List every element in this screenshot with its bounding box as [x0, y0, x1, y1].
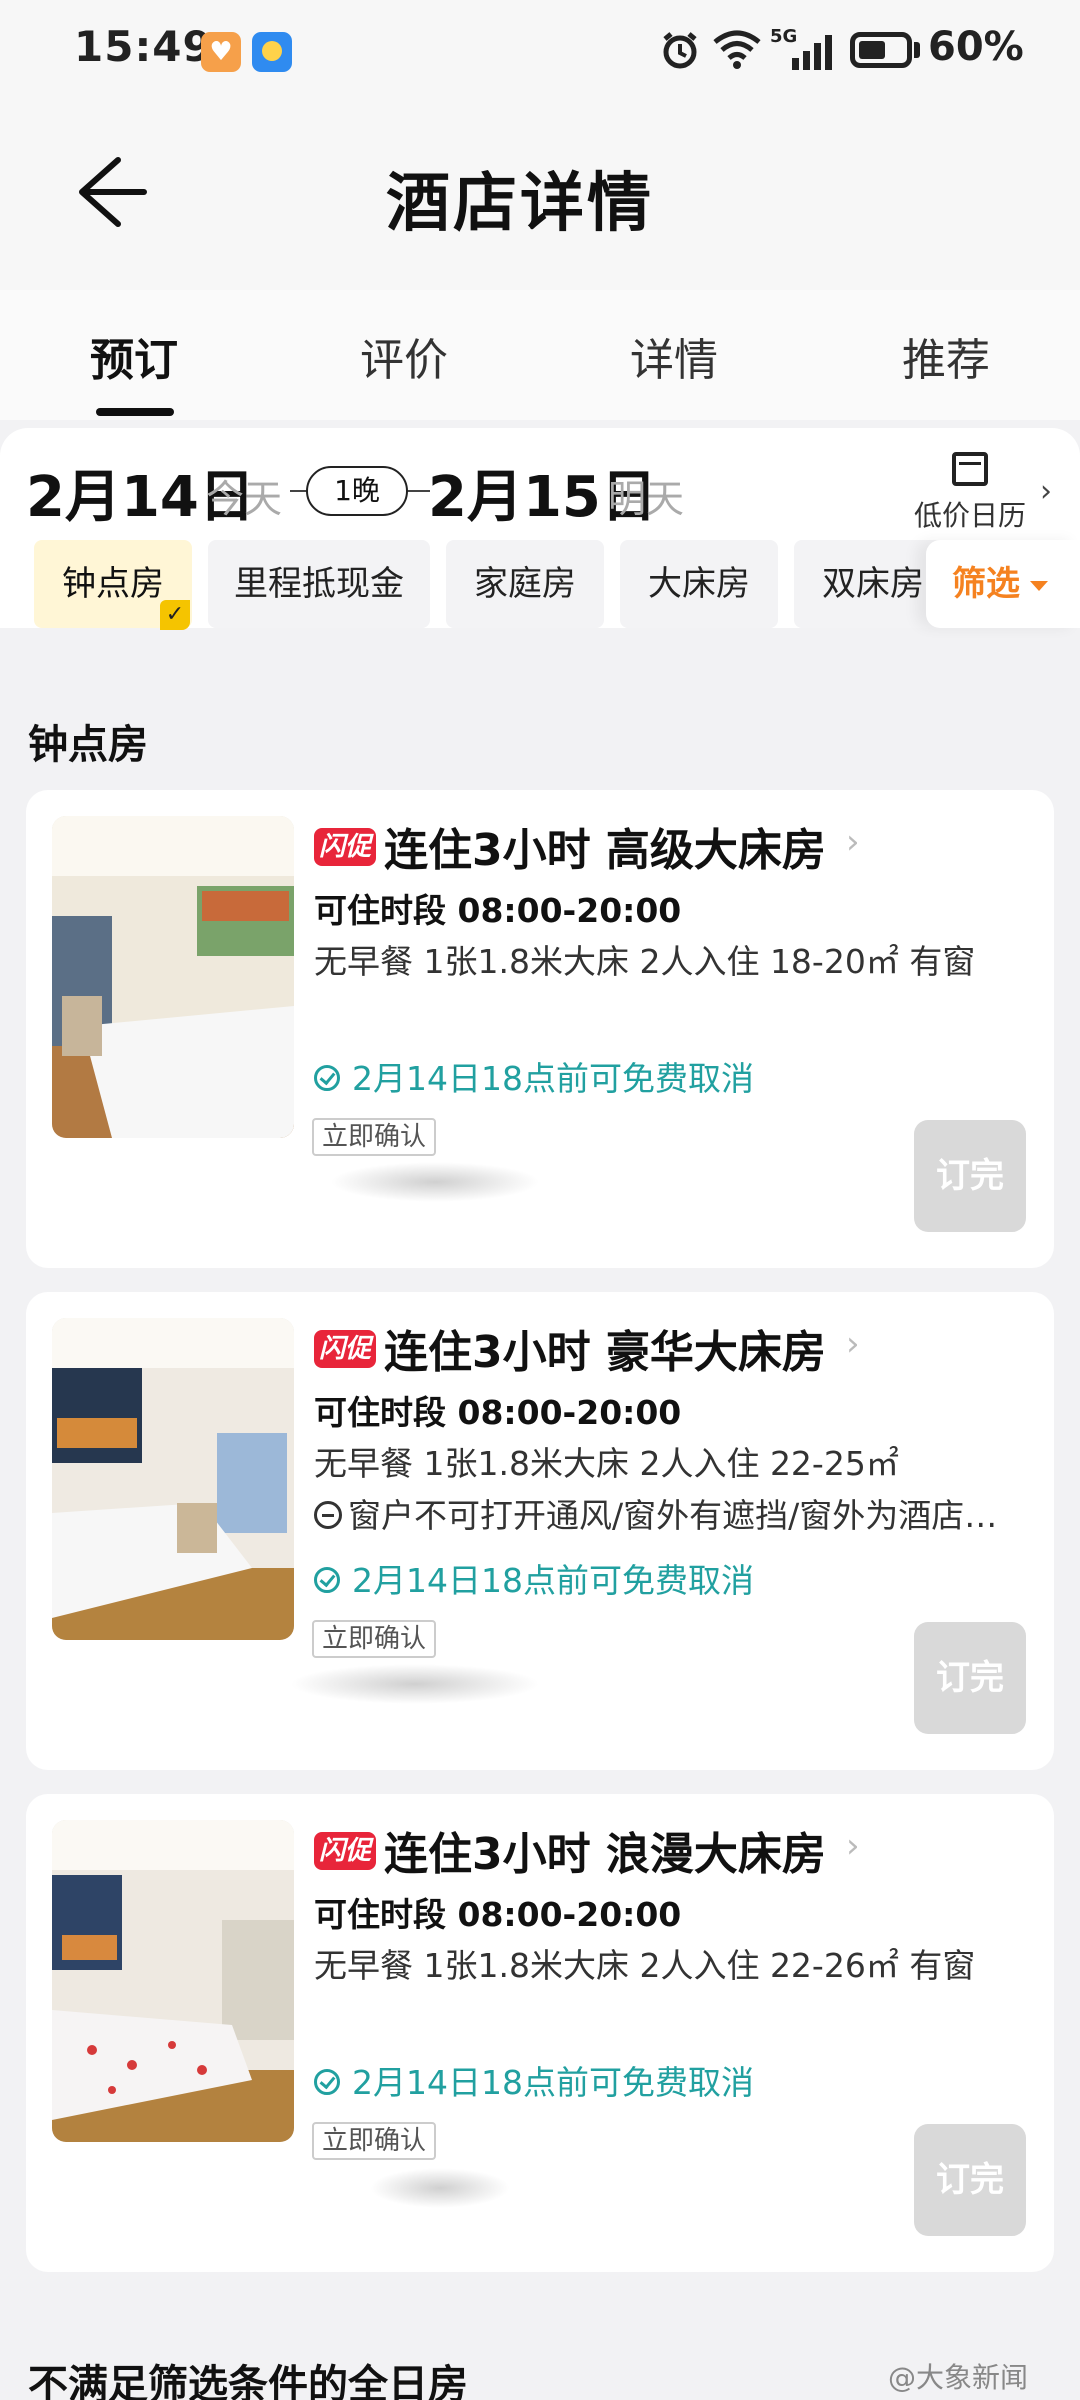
battery-percentage: 60%	[928, 24, 1024, 70]
sold-out-button[interactable]: 订完	[914, 1622, 1026, 1734]
free-cancel-note: 2月14日18点前可免费取消	[314, 1554, 754, 1602]
weather-app-icon	[252, 32, 292, 72]
instant-confirm-tag: 立即确认	[312, 1620, 437, 1658]
blurred-price	[290, 1664, 540, 1704]
section-title-full-day: 不满足筛选条件的全日房	[28, 2362, 468, 2400]
room-photo[interactable]	[52, 1318, 294, 1640]
flash-sale-badge: 闪促	[314, 1330, 376, 1368]
room-photo[interactable]	[52, 816, 294, 1138]
section-title-hourly: 钟点房	[28, 722, 148, 768]
free-cancel-note: 2月14日18点前可免费取消	[314, 2056, 754, 2104]
chevron-right-icon[interactable]: ›	[846, 1826, 860, 1866]
checkin-day-note: 今天	[206, 477, 283, 521]
room-name[interactable]: 连住3小时 豪华大床房	[384, 1316, 826, 1380]
minus-circle-icon	[314, 1500, 342, 1529]
window-note-text: 窗户不可打开通风/窗外有遮挡/窗外为酒店…	[348, 1496, 998, 1535]
blurred-price	[330, 1162, 540, 1202]
battery-icon	[850, 32, 912, 68]
check-icon: ✓	[160, 600, 190, 630]
filter-button[interactable]: 筛选	[926, 540, 1080, 628]
check-circle-icon	[314, 1064, 340, 1091]
sold-out-button[interactable]: 订完	[914, 2124, 1026, 2236]
chevron-right-icon[interactable]: ›	[846, 1324, 860, 1364]
filter-chip-family[interactable]: 家庭房	[446, 540, 604, 628]
wifi-icon	[712, 28, 762, 74]
filter-chip-mileage[interactable]: 里程抵现金	[208, 540, 430, 628]
calendar-icon[interactable]	[952, 452, 988, 486]
tab-reviews[interactable]: 评价	[304, 324, 504, 388]
chevron-right-icon[interactable]: ›	[846, 822, 860, 862]
instant-confirm-tag: 立即确认	[312, 2122, 437, 2160]
room-amenities: 无早餐 1张1.8米大床 2人入住 18-20㎡ 有窗	[314, 942, 976, 981]
notification-app-icon: ♥	[201, 32, 241, 72]
room-photo[interactable]	[52, 1820, 294, 2142]
watermark: @大象新闻	[888, 2361, 1029, 2394]
available-hours: 可住时段 08:00-20:00	[314, 891, 682, 930]
active-tab-indicator	[96, 408, 174, 416]
alarm-icon	[660, 30, 700, 74]
tab-booking[interactable]: 预订	[34, 324, 234, 388]
signal-icon	[772, 34, 834, 74]
cancel-text: 2月14日18点前可免费取消	[352, 1059, 754, 1098]
free-cancel-note: 2月14日18点前可免费取消	[314, 1052, 754, 1100]
filter-label: 筛选	[952, 564, 1020, 604]
tab-details[interactable]: 详情	[574, 324, 774, 388]
room-amenities: 无早餐 1张1.8米大床 2人入住 22-25㎡	[314, 1444, 899, 1483]
window-note: 窗户不可打开通风/窗外有遮挡/窗外为酒店…	[314, 1490, 1034, 1542]
low-price-calendar-link[interactable]: 低价日历	[914, 494, 1026, 534]
cancel-text: 2月14日18点前可免费取消	[352, 2063, 754, 2102]
flash-sale-badge: 闪促	[314, 828, 376, 866]
room-amenities: 无早餐 1张1.8米大床 2人入住 22-26㎡ 有窗	[314, 1946, 976, 1985]
room-name[interactable]: 连住3小时 高级大床房	[384, 814, 826, 878]
checkout-day-note: 明天	[608, 477, 685, 521]
check-circle-icon	[314, 1566, 340, 1593]
page-title: 酒店详情	[386, 167, 654, 241]
battery-tip	[914, 42, 920, 58]
dropdown-icon	[1030, 580, 1048, 591]
tab-recommend[interactable]: 推荐	[846, 324, 1046, 388]
sold-out-button[interactable]: 订完	[914, 1120, 1026, 1232]
cancel-text: 2月14日18点前可免费取消	[352, 1561, 754, 1600]
available-hours: 可住时段 08:00-20:00	[314, 1393, 682, 1432]
filter-chip-king-bed[interactable]: 大床房	[620, 540, 778, 628]
status-time: 15:49	[74, 22, 213, 71]
room-name[interactable]: 连住3小时 浪漫大床房	[384, 1818, 826, 1882]
instant-confirm-tag: 立即确认	[312, 1118, 437, 1156]
chevron-right-icon[interactable]: ›	[1040, 474, 1052, 509]
blurred-price	[370, 2168, 510, 2208]
flash-sale-badge: 闪促	[314, 1832, 376, 1870]
check-circle-icon	[314, 2068, 340, 2095]
available-hours: 可住时段 08:00-20:00	[314, 1895, 682, 1934]
nights-count[interactable]: 1晚	[306, 466, 408, 516]
